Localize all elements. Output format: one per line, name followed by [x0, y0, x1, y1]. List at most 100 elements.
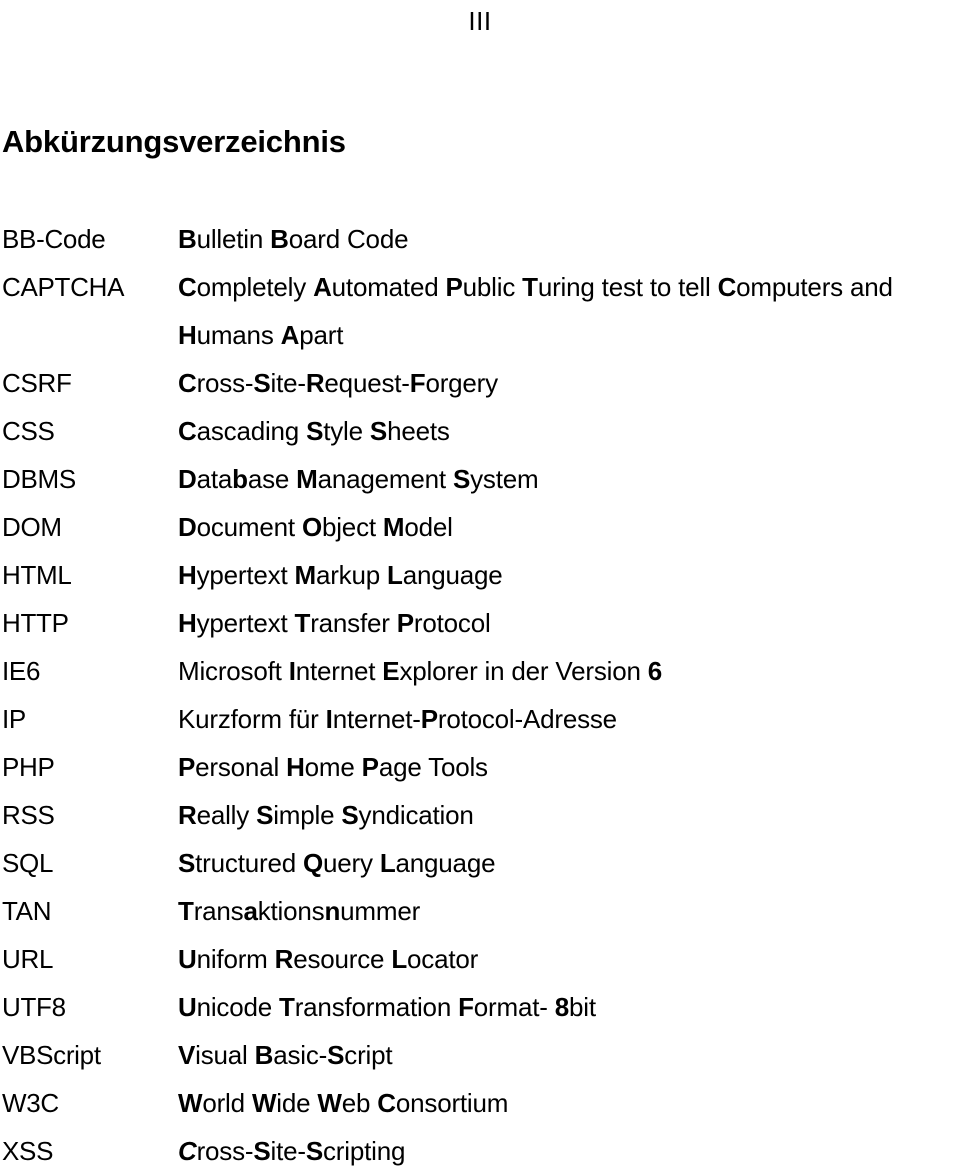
definition-run: age Tools	[378, 752, 488, 782]
abbreviation-row: DOM Document Object Model	[0, 503, 960, 551]
definition-run: Kurzform für	[178, 704, 326, 734]
abbreviation-definition: Kurzform für Internet-Protocol-Adresse	[178, 695, 960, 743]
definition-run: orgery	[425, 368, 498, 398]
definition-run: C	[178, 416, 197, 446]
abbreviation-term: W3C	[2, 1088, 59, 1118]
abbreviation-term: HTML	[2, 560, 72, 590]
definition-run: ulletin	[196, 224, 271, 254]
abbreviation-definition: Unicode Transformation Format- 8bit	[178, 983, 960, 1031]
definition-run: ascading	[196, 416, 307, 446]
definition-run: Microsoft	[178, 656, 289, 686]
definition-run: T	[279, 992, 295, 1022]
definition-run: R	[274, 944, 294, 974]
definition-run: H	[178, 320, 197, 350]
definition-run: H	[178, 608, 197, 638]
abbreviation-row: CAPTCHA Completely Automated Public Turin…	[0, 263, 960, 311]
definition-run: heets	[387, 416, 450, 446]
definition-run: S	[369, 416, 388, 446]
abbreviation-definition: Really Simple Syndication	[178, 791, 960, 839]
page-title: Abkürzungsverzeichnis	[2, 123, 346, 159]
abbreviation-row: PHP Personal Home Page Tools	[0, 743, 960, 791]
definition-run: P	[361, 752, 379, 782]
definition-run: niform	[196, 944, 275, 974]
definition-run: A	[280, 320, 300, 350]
abbreviation-definition: Cross-Site-Scripting	[178, 1127, 960, 1175]
definition-run: R	[305, 368, 325, 398]
definition-run: utomated	[331, 272, 446, 302]
definition-run: C	[178, 1136, 197, 1166]
abbreviation-term: IP	[2, 704, 26, 734]
definition-run: part	[299, 320, 344, 350]
definition-run: P	[396, 608, 414, 638]
definition-run: S	[452, 464, 471, 494]
abbreviation-definition-continuation: Humans Apart	[0, 311, 960, 359]
definition-run: ocument	[196, 512, 302, 542]
definition-run: C	[377, 1088, 396, 1118]
definition-run: L	[387, 560, 403, 590]
abbreviation-row: RSS Really Simple Syndication	[0, 791, 960, 839]
definition-run: C	[717, 272, 737, 302]
definition-run: eally	[196, 800, 257, 830]
abbreviation-term: DBMS	[2, 464, 76, 494]
definition-run: rans	[193, 896, 244, 926]
abbreviation-term: BB-Code	[2, 224, 106, 254]
abbreviation-definition: Transaktionsnummer	[178, 887, 960, 935]
definition-run: omputers and	[736, 272, 893, 302]
definition-run: ransformation	[294, 992, 459, 1022]
definition-run: ransfer	[310, 608, 397, 638]
definition-run: U	[178, 944, 197, 974]
definition-run: L	[391, 944, 408, 974]
abbreviation-definition: Database Management System	[178, 455, 960, 503]
definition-run: F	[409, 368, 426, 398]
abbreviation-term: TAN	[2, 896, 52, 926]
definition-run: ummer	[340, 896, 421, 926]
definition-run: T	[178, 896, 194, 926]
definition-run: b	[232, 464, 248, 494]
definition-run: bit	[569, 992, 596, 1022]
definition-run: ktions	[257, 896, 325, 926]
definition-run: S	[305, 1136, 323, 1166]
definition-run: P	[420, 704, 438, 734]
definition-run: ystem	[470, 464, 539, 494]
definition-run: imple	[273, 800, 342, 830]
definition-run: M	[382, 512, 405, 542]
abbreviation-term: SQL	[2, 848, 54, 878]
document-page: III Abkürzungsverzeichnis BB-Code Bulleti…	[0, 0, 960, 1170]
definition-run: H	[286, 752, 305, 782]
abbreviation-definition: Cross-Site-Request-Forgery	[178, 359, 960, 407]
definition-run: D	[178, 512, 197, 542]
definition-run: cript	[344, 1040, 393, 1070]
definition-run: M	[294, 560, 317, 590]
abbreviation-definition: Microsoft Internet Explorer in der Versi…	[178, 647, 960, 695]
definition-run: yndication	[358, 800, 474, 830]
definition-run: L	[379, 848, 396, 878]
definition-run: ide	[276, 1088, 318, 1118]
definition-run: H	[178, 560, 197, 590]
definition-run: bject	[321, 512, 383, 542]
definition-run: ase	[247, 464, 297, 494]
definition-run: O	[301, 512, 322, 542]
definition-run: W	[251, 1088, 277, 1118]
abbreviation-row: URL Uniform Resource Locator	[0, 935, 960, 983]
definition-run: anguage	[395, 848, 496, 878]
abbreviation-term: UTF8	[2, 992, 66, 1022]
definition-run: D	[178, 464, 197, 494]
abbreviation-definition: Bulletin Board Code	[178, 215, 960, 263]
definition-run: nicode	[196, 992, 280, 1022]
abbreviation-definition: Completely Automated Public Turing test …	[178, 263, 960, 311]
abbreviation-term: CAPTCHA	[2, 272, 125, 302]
definition-run: 6	[647, 656, 663, 686]
abbreviation-row: VBScript Visual Basic-Script	[0, 1031, 960, 1079]
abbreviation-row: SQL Structured Query Language	[0, 839, 960, 887]
term-column-spacer	[0, 311, 178, 359]
definition-run: ite-	[270, 368, 307, 398]
definition-run: esource	[293, 944, 392, 974]
definition-run: ata	[196, 464, 233, 494]
abbreviation-term: XSS	[2, 1136, 54, 1166]
definition-run: B	[254, 1040, 274, 1070]
abbreviation-row: HTML Hypertext Markup Language	[0, 551, 960, 599]
definition-run: S	[253, 368, 271, 398]
abbreviation-row: XSS Cross-Site-Scripting	[0, 1127, 960, 1175]
abbreviation-row: W3C World Wide Web Consortium	[0, 1079, 960, 1127]
definition-run: ypertext	[196, 608, 295, 638]
